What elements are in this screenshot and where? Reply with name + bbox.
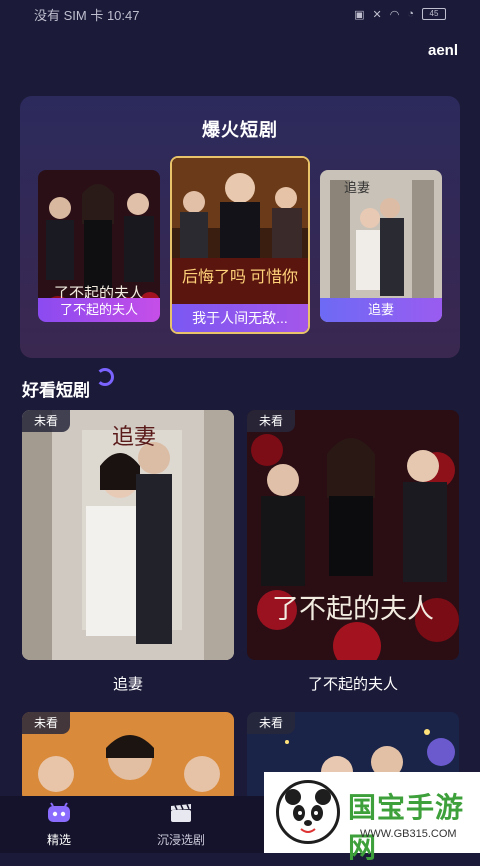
tab-immersive[interactable]: 沉浸选剧	[136, 802, 226, 848]
good-dramas-title: 好看短剧	[22, 381, 90, 400]
unwatched-badge: 未看	[22, 712, 70, 734]
good-card-2-name: 了不起的夫人	[307, 676, 398, 693]
clapperboard-icon	[171, 804, 191, 822]
panda-logo-icon	[276, 780, 340, 844]
hot-card-3[interactable]: 追妻 追妻	[320, 170, 442, 322]
good-card-1[interactable]: 追妻 未看	[22, 410, 234, 660]
tab-featured-label: 精选	[46, 833, 71, 847]
hot-card-3-label: 追妻	[320, 298, 442, 322]
hot-dramas-title: 爆火短剧	[202, 120, 278, 140]
battery-icon: 45	[422, 8, 446, 20]
app-title: aenl	[427, 42, 458, 59]
featured-tab-icon	[48, 802, 70, 822]
mute-icon: ✕	[372, 8, 382, 21]
status-bar: 没有 SIM 卡 10:47 ▣ ✕ ◠ ◔ 45	[0, 0, 480, 28]
good-card-2-poster: 了不起的夫人	[247, 410, 459, 660]
hot-dramas-panel: 爆火短剧 了不起的夫人 了不起的夫人 后悔了吗 可惜你 我于人间无敌... 追妻…	[20, 96, 460, 358]
good-card-3[interactable]: 未看	[22, 712, 234, 802]
good-card-1-name: 追妻	[112, 676, 143, 693]
hot-card-2-label: 我于人间无敌...	[172, 304, 308, 332]
good-card-2[interactable]: 了不起的夫人 未看	[247, 410, 459, 660]
hot-card-2[interactable]: 后悔了吗 可惜你 我于人间无敌...	[170, 156, 310, 334]
hot-card-2-poster-text: 后悔了吗 可惜你	[182, 268, 298, 286]
tab-featured[interactable]: 精选	[14, 802, 104, 848]
unwatched-badge: 未看	[247, 712, 295, 734]
hot-card-1[interactable]: 了不起的夫人 了不起的夫人	[38, 170, 160, 322]
hot-card-3-poster-text: 追妻	[344, 180, 370, 195]
good-card-1-poster-text: 追妻	[112, 424, 156, 449]
unwatched-badge: 未看	[247, 410, 295, 432]
hot-card-1-label: 了不起的夫人	[38, 298, 160, 322]
tab-immersive-label: 沉浸选剧	[156, 833, 205, 847]
good-card-1-poster: 追妻	[22, 410, 234, 660]
vibrate-icon: ▣	[354, 8, 365, 21]
watermark-url: WWW.GB315.COM	[360, 828, 457, 840]
wifi-icon: ◠	[389, 8, 400, 21]
unwatched-badge: 未看	[22, 410, 70, 432]
section-accent-icon	[96, 368, 114, 386]
watermark: 国宝手游网 WWW.GB315.COM	[264, 772, 480, 863]
hot-card-2-poster: 后悔了吗 可惜你	[172, 158, 308, 308]
status-carrier-time: 没有 SIM 卡 10:47	[34, 7, 140, 23]
alarm-icon: ◔	[407, 8, 414, 20]
watermark-title: 国宝手游网	[348, 792, 465, 863]
good-card-2-poster-text: 了不起的夫人	[272, 594, 434, 624]
status-icons: ▣ ✕ ◠ ◔ 45	[354, 8, 446, 21]
